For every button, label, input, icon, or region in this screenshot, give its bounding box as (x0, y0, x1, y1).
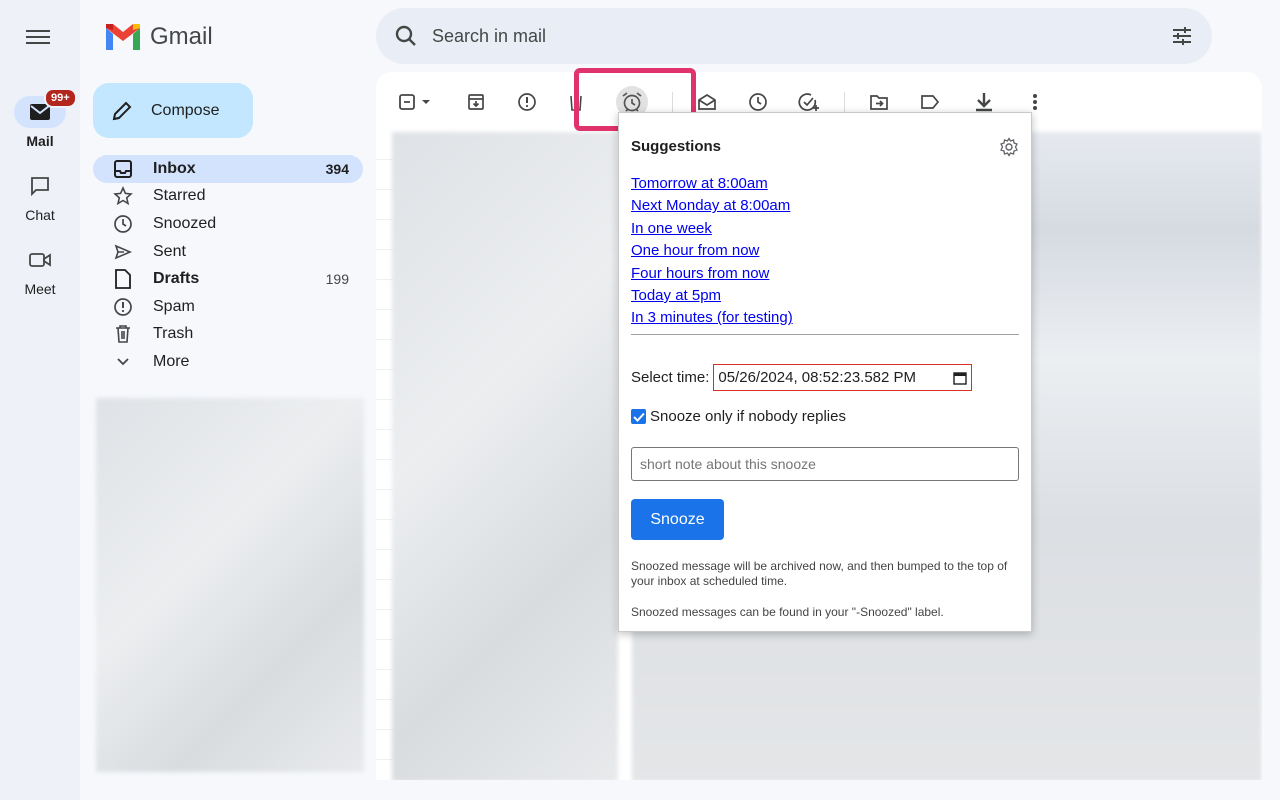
trash-icon (113, 324, 133, 344)
mail-folders: Inbox 394 Starred Snoozed Sent Drafts 19… (93, 155, 363, 376)
nav-item-trash[interactable]: Trash (93, 321, 363, 349)
calendar-icon[interactable] (953, 371, 968, 385)
clock-icon (113, 214, 133, 234)
rail-item-chat[interactable]: Chat (0, 170, 80, 223)
archive-info-text: Snoozed message will be archived now, an… (631, 559, 1008, 588)
trash-icon (570, 95, 582, 111)
nav-label: More (153, 352, 190, 370)
drafts-count: 199 (325, 271, 349, 288)
compose-label: Compose (151, 101, 220, 119)
select-icon (399, 94, 430, 110)
draft-icon (113, 269, 133, 290)
nav-label: Spam (153, 297, 195, 315)
add-task-icon (798, 93, 819, 111)
nav-item-starred[interactable]: Starred (93, 183, 363, 211)
popup-title: Suggestions (631, 138, 722, 155)
rail-item-label: Mail (26, 133, 54, 149)
video-icon (29, 253, 51, 267)
gear-icon[interactable] (999, 137, 1019, 162)
inbox-icon (113, 159, 133, 179)
nav-label: Snoozed (153, 214, 217, 232)
suggestion-list: Tomorrow at 8:00am Next Monday at 8:00am… (631, 173, 793, 330)
label-icon (921, 95, 940, 109)
nav-item-spam[interactable]: Spam (93, 293, 363, 321)
search-input[interactable] (432, 25, 1170, 47)
blurred-messages-left (392, 132, 618, 780)
clock-icon (749, 93, 767, 111)
search-icon[interactable] (394, 24, 418, 48)
gmail-m-icon (106, 24, 140, 50)
archive-icon (468, 94, 484, 110)
download-icon (976, 93, 992, 112)
toolbar-divider (844, 92, 845, 112)
blurred-labels-region (96, 398, 364, 772)
search-options-icon[interactable] (1170, 24, 1194, 48)
datetime-value: 05/26/2024, 08:52:23.582 PM (718, 369, 917, 386)
move-folder-icon (870, 95, 888, 110)
suggestion-link[interactable]: In 3 minutes (for testing) (631, 307, 793, 329)
delete-button[interactable] (560, 86, 592, 118)
suggestion-link[interactable]: Four hours from now (631, 263, 793, 285)
alarm-clock-icon (622, 92, 642, 112)
more-vert-icon (1033, 94, 1037, 110)
nav-item-sent[interactable]: Sent (93, 238, 363, 266)
open-mail-icon (698, 93, 716, 110)
snooze-submit-button[interactable]: Snooze (631, 499, 724, 540)
unread-badge: 99+ (44, 88, 77, 108)
nobody-replies-checkbox-row[interactable]: Snooze only if nobody replies (631, 408, 846, 425)
nav-item-more[interactable]: More (93, 348, 363, 376)
suggestion-link[interactable]: Tomorrow at 8:00am (631, 173, 793, 195)
checkbox-label: Snooze only if nobody replies (650, 408, 846, 425)
search-bar (376, 8, 1212, 64)
rail-item-label: Chat (25, 207, 55, 223)
rail-item-meet[interactable]: Meet (0, 244, 80, 297)
nav-label: Sent (153, 242, 186, 260)
nav-label: Inbox (153, 159, 196, 177)
snoozed-label-info-text: Snoozed messages can be found in your "-… (631, 605, 944, 619)
rail-item-mail[interactable]: 99+ Mail (0, 88, 80, 149)
chevron-down-icon (113, 352, 133, 372)
suggestion-link[interactable]: In one week (631, 218, 793, 240)
nav-rail: 99+ Mail Chat Meet (0, 0, 80, 800)
select-time-row: Select time: 05/26/2024, 08:52:23.582 PM (631, 364, 973, 391)
nav-item-inbox[interactable]: Inbox 394 (93, 155, 363, 183)
archive-button[interactable] (460, 86, 492, 118)
nav-label: Starred (153, 187, 206, 205)
star-icon (113, 186, 133, 206)
inbox-count: 394 (325, 160, 349, 177)
datetime-input[interactable]: 05/26/2024, 08:52:23.582 PM (713, 364, 973, 391)
app-name: Gmail (150, 23, 213, 50)
suggestion-link[interactable]: Next Monday at 8:00am (631, 195, 793, 217)
nav-label: Drafts (153, 270, 200, 288)
checkbox-checked-icon[interactable] (631, 409, 646, 424)
select-time-label: Select time: (631, 369, 710, 386)
rail-item-label: Meet (24, 281, 56, 297)
suggestion-link[interactable]: Today at 5pm (631, 285, 793, 307)
send-icon (113, 242, 133, 262)
nav-item-drafts[interactable]: Drafts 199 (93, 265, 363, 293)
chat-icon (31, 177, 49, 196)
nav-item-snoozed[interactable]: Snoozed (93, 210, 363, 238)
nav-label: Trash (153, 325, 194, 343)
compose-button[interactable]: Compose (93, 83, 253, 138)
spam-icon (113, 297, 133, 317)
main-menu-icon[interactable] (24, 26, 52, 48)
toolbar-divider (672, 92, 673, 112)
gmail-logo[interactable]: Gmail (104, 22, 213, 52)
snooze-note-input[interactable] (631, 447, 1019, 481)
select-checkbox-dropdown[interactable] (394, 86, 438, 118)
suggestion-link[interactable]: One hour from now (631, 240, 793, 262)
report-spam-button[interactable] (511, 86, 543, 118)
spam-icon (518, 93, 536, 111)
divider (631, 334, 1019, 335)
pencil-icon (112, 101, 132, 120)
snooze-popup: Suggestions Tomorrow at 8:00am Next Mond… (618, 112, 1032, 632)
